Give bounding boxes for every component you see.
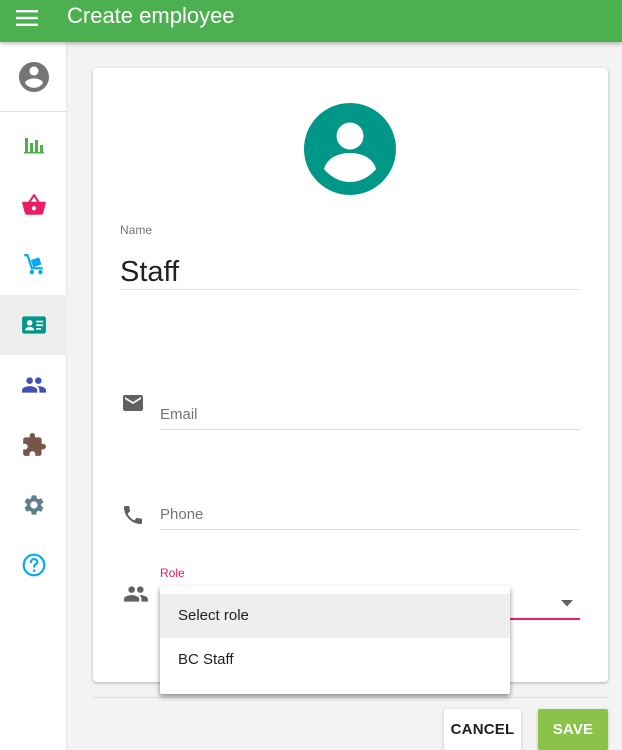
role-icon-wrap	[123, 581, 149, 607]
role-label: Role	[160, 566, 185, 580]
page-title: Create employee	[67, 3, 235, 28]
help-circle-icon	[22, 553, 45, 577]
sidebar-item-reports[interactable]	[0, 115, 67, 175]
sidebar-item-sales[interactable]	[0, 175, 67, 235]
menu-icon	[16, 10, 38, 26]
role-option[interactable]: BC Staff	[160, 638, 510, 682]
email-icon	[123, 395, 143, 411]
sidebar-item-employees[interactable]	[0, 295, 67, 355]
sidebar-item-addons[interactable]	[0, 415, 67, 475]
account-circle-icon	[18, 61, 49, 92]
role-option[interactable]: Select role	[160, 594, 510, 638]
bar-chart-icon	[23, 138, 44, 154]
menu-button[interactable]	[10, 5, 44, 31]
hand-truck-icon	[23, 254, 43, 275]
contact-card-icon	[21, 316, 46, 334]
save-button[interactable]: SAVE	[538, 709, 608, 750]
puzzle-icon	[22, 433, 46, 456]
name-label: Name	[120, 223, 153, 237]
sidebar-profile[interactable]	[0, 42, 67, 112]
phone-icon-wrap	[121, 503, 145, 527]
phone-field[interactable]	[160, 500, 580, 530]
sidebar-item-help[interactable]	[0, 535, 67, 595]
account-circle-icon	[304, 103, 396, 195]
email-field[interactable]	[160, 400, 580, 430]
sidebar-item-settings[interactable]	[0, 475, 67, 535]
app-bar: Create employee	[0, 0, 622, 42]
role-dropdown-menu: Select role BC Staff	[160, 586, 510, 694]
dropdown-arrow-icon[interactable]	[560, 596, 574, 610]
gear-icon	[24, 495, 43, 515]
sidebar-item-customers[interactable]	[0, 355, 67, 415]
people-icon	[124, 586, 148, 602]
name-field[interactable]: Staff	[120, 255, 580, 290]
email-icon-wrap	[121, 391, 145, 415]
basket-icon	[21, 194, 46, 215]
phone-icon	[124, 506, 142, 524]
actions-divider	[93, 697, 608, 698]
cancel-button[interactable]: CANCEL	[444, 709, 521, 750]
people-icon	[21, 377, 46, 393]
sidebar-item-inventory[interactable]	[0, 235, 67, 295]
sidebar	[0, 42, 67, 750]
employee-avatar[interactable]	[304, 103, 396, 195]
